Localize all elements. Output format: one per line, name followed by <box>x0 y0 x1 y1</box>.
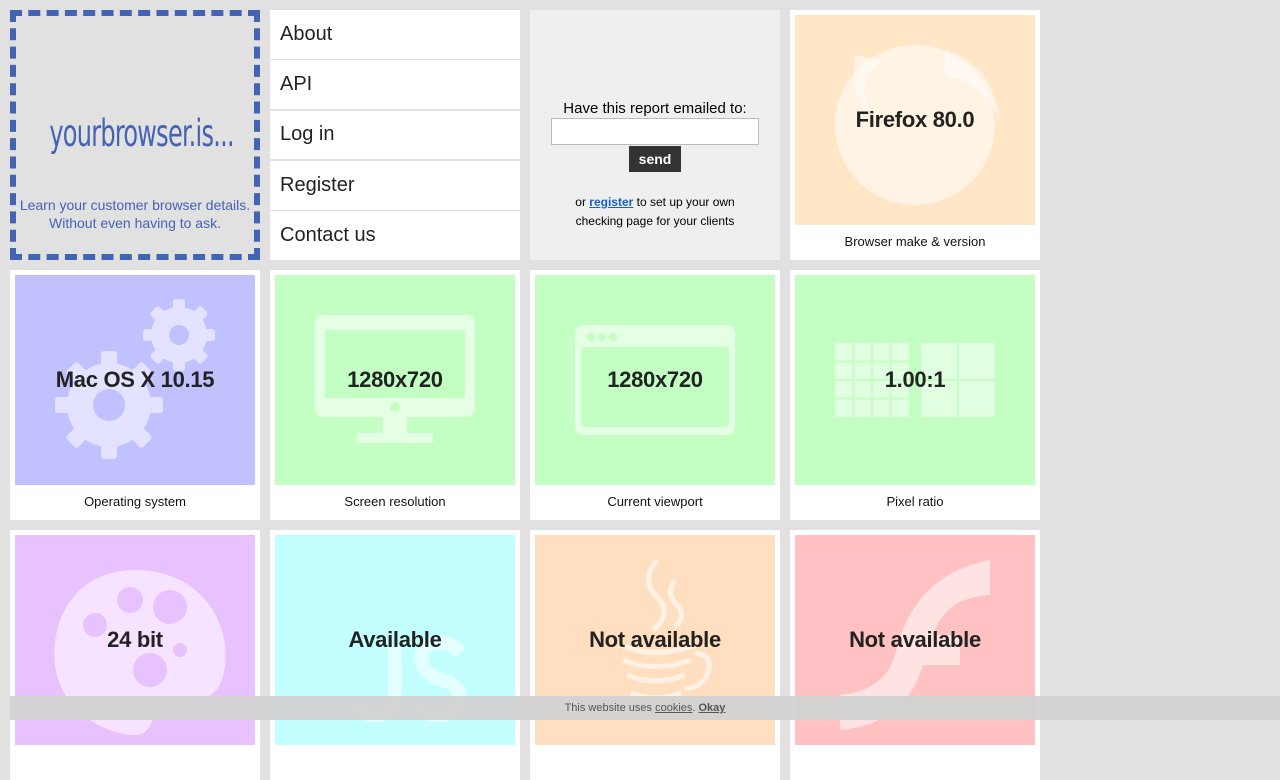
email-report-panel: Have this report emailed to: send or reg… <box>530 10 780 260</box>
nav-about[interactable]: About <box>270 10 520 59</box>
tagline-line-1: Learn your customer browser details. <box>19 197 251 213</box>
os-card-box: Mac OS X 10.15 <box>15 275 255 485</box>
pixel-card-box: 1.00:1 <box>795 275 1035 485</box>
cookie-text: This website uses <box>564 702 653 714</box>
okay-button[interactable]: Okay <box>699 702 726 714</box>
register-link[interactable]: register <box>589 195 633 209</box>
cookies-link[interactable]: cookies <box>655 702 692 714</box>
logo-tagline: Learn your customer browser details. Wit… <box>16 196 254 232</box>
note-suffix-2: checking page for your clients <box>575 214 735 228</box>
pixel-ratio-value: 1.00:1 <box>884 367 946 392</box>
viewport-card: 1280x720 Current viewport <box>530 270 780 520</box>
nav-api[interactable]: API <box>270 60 520 110</box>
java-card: Not available <box>530 530 780 780</box>
email-form-title: Have this report emailed to: <box>563 100 747 117</box>
color-depth-card: 24 bit <box>10 530 260 780</box>
browser-card-box: Firefox 80.0 <box>795 15 1035 225</box>
screen-value: 1280x720 <box>347 367 443 392</box>
os-card: Mac OS X 10.15 Operating system <box>10 270 260 520</box>
screen-label: Screen resolution <box>344 494 446 509</box>
viewport-card-box: 1280x720 <box>535 275 775 485</box>
nav-log-in[interactable]: Log in <box>270 110 520 160</box>
pixel-ratio-card: 1.00:1 Pixel ratio <box>790 270 1040 520</box>
logo-wordmark: yourbrowser.is... <box>49 112 234 155</box>
cookie-bar: This website uses cookies. Okay <box>10 696 1280 720</box>
browser-card: Firefox 80.0 Browser make & version <box>790 10 1040 260</box>
os-value: Mac OS X 10.15 <box>55 367 215 392</box>
screen-card: 1280x720 Screen resolution <box>270 270 520 520</box>
viewport-label: Current viewport <box>607 494 703 509</box>
os-label: Operating system <box>84 494 186 509</box>
browser-value: Firefox 80.0 <box>855 107 975 132</box>
send-button[interactable]: send <box>629 146 681 172</box>
cookie-dot: . <box>692 702 696 714</box>
register-note: or register to set up your own checking … <box>530 193 780 231</box>
note-suffix-1: to set up your own <box>636 195 735 209</box>
note-prefix: or <box>575 195 586 209</box>
tagline-line-2: Without even having to ask. <box>49 215 221 231</box>
main-nav: About API Log in Register Contact us <box>270 10 520 260</box>
viewport-value: 1280x720 <box>607 367 703 392</box>
screen-card-box: 1280x720 <box>275 275 515 485</box>
browser-label: Browser make & version <box>844 234 986 249</box>
flash-card: Not available <box>790 530 1040 780</box>
nav-contact-us[interactable]: Contact us <box>270 211 520 260</box>
logo-panel: yourbrowser.is... Learn your customer br… <box>10 10 260 260</box>
nav-register[interactable]: Register <box>270 160 520 210</box>
email-input[interactable] <box>551 118 759 145</box>
pixel-ratio-label: Pixel ratio <box>886 494 944 509</box>
javascript-card: Available <box>270 530 520 780</box>
